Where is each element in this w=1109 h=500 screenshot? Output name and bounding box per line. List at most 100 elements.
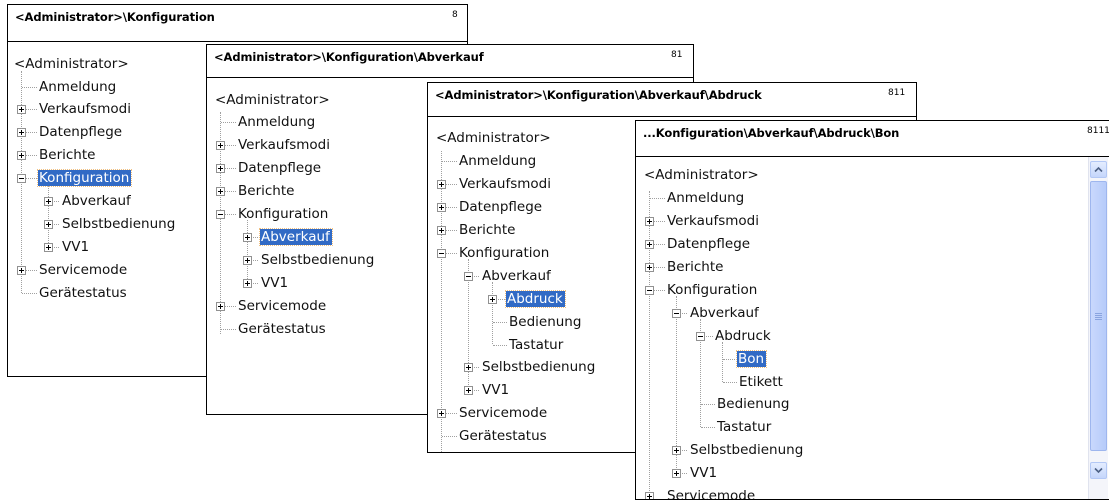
expander-plus-icon[interactable]: [672, 446, 681, 455]
tree-node-verkaufsmodi[interactable]: Verkaufsmodi: [666, 213, 761, 229]
window-code: 8111: [1087, 126, 1109, 136]
tree-node-anmeldung[interactable]: Anmeldung: [666, 190, 746, 206]
tree-window-bon: ...Konfiguration\Abverkauf\Abdruck\Bon 8…: [635, 120, 1109, 500]
expander-plus-icon[interactable]: [645, 217, 654, 226]
title-bar: <Administrator>\Konfiguration\Abverkauf …: [207, 45, 693, 78]
expander-plus-icon[interactable]: [464, 386, 473, 395]
tree-node-abverkauf[interactable]: Abverkauf: [689, 305, 761, 321]
expander-minus-icon[interactable]: [17, 174, 26, 183]
tree-node-verkaufsmodi[interactable]: Verkaufsmodi: [237, 137, 332, 153]
tree-node-servicemode[interactable]: Servicemode: [458, 405, 549, 421]
tree-node-servicemode[interactable]: Servicemode: [38, 262, 129, 278]
expander-plus-icon[interactable]: [645, 492, 654, 499]
scroll-up-arrow-icon[interactable]: [1090, 161, 1107, 178]
tree-node-datenpflege[interactable]: Datenpflege: [237, 160, 323, 176]
expander-minus-icon[interactable]: [696, 332, 705, 341]
tree-node-abverkauf[interactable]: Abverkauf: [481, 268, 553, 284]
tree-node-verkaufsmodi[interactable]: Verkaufsmodi: [38, 101, 133, 117]
expander-plus-icon[interactable]: [17, 105, 26, 114]
window-code: 811: [888, 88, 906, 98]
tree-node-vv1[interactable]: VV1: [481, 382, 511, 398]
expander-plus-icon[interactable]: [645, 263, 654, 272]
window-title: <Administrator>\Konfiguration: [15, 10, 215, 24]
title-bar: <Administrator>\Konfiguration\Abverkauf\…: [428, 83, 916, 117]
tree-node-anmeldung[interactable]: Anmeldung: [237, 114, 317, 130]
tree-node-abdruck[interactable]: Abdruck: [714, 328, 773, 344]
expander-plus-icon[interactable]: [216, 187, 225, 196]
scrollbar-thumb[interactable]: [1090, 181, 1107, 451]
tree-node-konfiguration-selected[interactable]: Konfiguration: [36, 169, 133, 187]
tree-node-etikett[interactable]: Etikett: [738, 374, 785, 390]
window-title: ...Konfiguration\Abverkauf\Abdruck\Bon: [643, 126, 900, 140]
tree-node-servicemode[interactable]: Servicemode: [237, 298, 328, 314]
window-code: 8: [452, 10, 458, 20]
tree-node-konfiguration[interactable]: Konfiguration: [458, 245, 551, 261]
expander-plus-icon[interactable]: [645, 240, 654, 249]
tree-node-geraetestatus[interactable]: Gerätestatus: [38, 285, 129, 301]
expander-plus-icon[interactable]: [17, 266, 26, 275]
expander-minus-icon[interactable]: [645, 286, 654, 295]
tree-node-root[interactable]: <Administrator>: [13, 56, 131, 72]
expander-plus-icon[interactable]: [488, 295, 497, 304]
tree-view: <Administrator> Anmeldung Verkaufsmodi D…: [636, 157, 1109, 499]
expander-plus-icon[interactable]: [464, 363, 473, 372]
tree-node-vv1[interactable]: VV1: [61, 239, 91, 255]
tree-node-selbstbedienung[interactable]: Selbstbedienung: [260, 252, 376, 268]
tree-node-konfiguration[interactable]: Konfiguration: [666, 282, 759, 298]
tree-node-konfiguration[interactable]: Konfiguration: [237, 206, 330, 222]
tree-node-servicemode-partial[interactable]: Servicemode: [666, 488, 757, 499]
tree-node-datenpflege[interactable]: Datenpflege: [38, 124, 124, 140]
expander-minus-icon[interactable]: [464, 272, 473, 281]
tree-node-selbstbedienung[interactable]: Selbstbedienung: [689, 442, 805, 458]
expander-plus-icon[interactable]: [216, 302, 225, 311]
tree-node-abverkauf-selected[interactable]: Abverkauf: [259, 228, 333, 246]
tree-node-bedienung[interactable]: Bedienung: [508, 314, 583, 330]
window-title: <Administrator>\Konfiguration\Abverkauf: [214, 50, 484, 64]
tree-node-verkaufsmodi[interactable]: Verkaufsmodi: [458, 176, 553, 192]
tree-node-datenpflege[interactable]: Datenpflege: [458, 199, 544, 215]
expander-minus-icon[interactable]: [437, 249, 446, 258]
tree-node-berichte[interactable]: Berichte: [666, 259, 725, 275]
expander-plus-icon[interactable]: [17, 128, 26, 137]
tree-node-abverkauf[interactable]: Abverkauf: [61, 193, 133, 209]
expander-plus-icon[interactable]: [17, 151, 26, 160]
scroll-down-arrow-icon[interactable]: [1090, 462, 1107, 479]
expander-minus-icon[interactable]: [672, 309, 681, 318]
expander-plus-icon[interactable]: [243, 256, 252, 265]
tree-node-selbstbedienung[interactable]: Selbstbedienung: [481, 359, 597, 375]
tree-node-root[interactable]: <Administrator>: [214, 92, 332, 108]
expander-plus-icon[interactable]: [44, 197, 53, 206]
tree-node-abdruck-selected[interactable]: Abdruck: [505, 290, 566, 308]
tree-node-anmeldung[interactable]: Anmeldung: [458, 153, 538, 169]
expander-plus-icon[interactable]: [437, 203, 446, 212]
expander-plus-icon[interactable]: [243, 233, 252, 242]
tree-node-bon-selected[interactable]: Bon: [735, 350, 768, 368]
tree-node-geraetestatus[interactable]: Gerätestatus: [237, 321, 328, 337]
tree-node-root[interactable]: <Administrator>: [435, 130, 553, 146]
tree-node-anmeldung[interactable]: Anmeldung: [38, 79, 118, 95]
expander-plus-icon[interactable]: [216, 141, 225, 150]
expander-plus-icon[interactable]: [437, 226, 446, 235]
expander-plus-icon[interactable]: [437, 409, 446, 418]
tree-node-vv1[interactable]: VV1: [260, 275, 290, 291]
tree-node-selbstbedienung[interactable]: Selbstbedienung: [61, 216, 177, 232]
tree-node-root[interactable]: <Administrator>: [643, 167, 761, 183]
expander-plus-icon[interactable]: [243, 279, 252, 288]
expander-plus-icon[interactable]: [44, 220, 53, 229]
expander-minus-icon[interactable]: [216, 210, 225, 219]
expander-plus-icon[interactable]: [216, 164, 225, 173]
expander-plus-icon[interactable]: [437, 180, 446, 189]
tree-node-vv1[interactable]: VV1: [689, 465, 719, 481]
tree-node-datenpflege[interactable]: Datenpflege: [666, 236, 752, 252]
tree-node-tastatur[interactable]: Tastatur: [716, 419, 773, 435]
vertical-scrollbar[interactable]: [1088, 157, 1108, 499]
tree-node-berichte[interactable]: Berichte: [38, 147, 97, 163]
window-code: 81: [671, 50, 683, 60]
tree-node-tastatur[interactable]: Tastatur: [508, 337, 565, 353]
expander-plus-icon[interactable]: [44, 243, 53, 252]
expander-plus-icon[interactable]: [672, 469, 681, 478]
tree-node-geraetestatus[interactable]: Gerätestatus: [458, 428, 549, 444]
tree-node-berichte[interactable]: Berichte: [237, 183, 296, 199]
tree-node-bedienung[interactable]: Bedienung: [716, 396, 791, 412]
tree-node-berichte[interactable]: Berichte: [458, 222, 517, 238]
